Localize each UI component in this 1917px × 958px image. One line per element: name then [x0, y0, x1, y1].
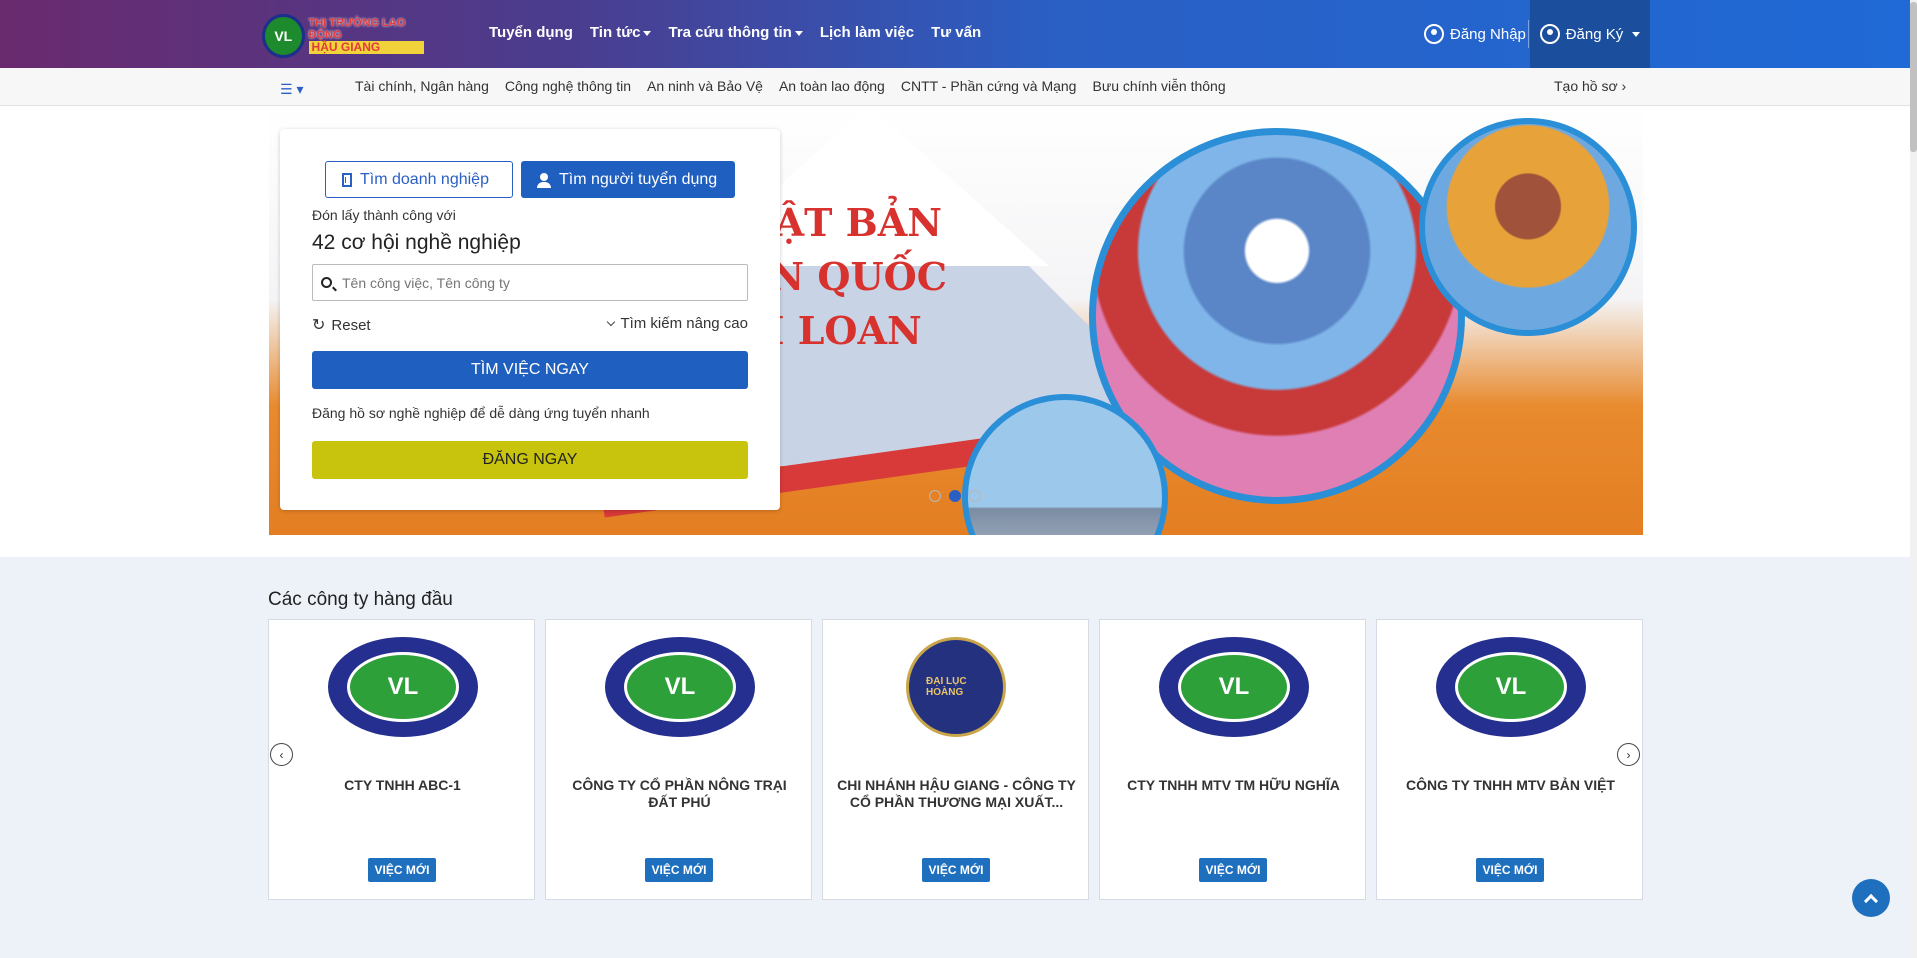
company-name[interactable]: CTY TNHH ABC-1	[283, 777, 522, 794]
company-logo: VL	[605, 637, 755, 737]
search-input[interactable]	[342, 274, 742, 291]
company-name[interactable]: CTY TNHH MTV TM HỮU NGHĨA	[1114, 777, 1353, 794]
chevron-right-icon: ›	[1621, 78, 1627, 94]
company-logo: VL	[1436, 637, 1586, 737]
user-circle-icon	[1539, 24, 1560, 44]
chevron-down-icon	[1632, 31, 1641, 37]
company-card[interactable]: VL CTY TNHH MTV TM HỮU NGHĨA VIỆC MỚI	[1099, 619, 1366, 900]
category-item[interactable]: An toàn lao động	[779, 78, 885, 94]
top-navbar: VL THỊ TRƯỜNG LAO ĐỘNG HẬU GIANG Tuyển d…	[0, 0, 1917, 68]
create-cv-link[interactable]: Tạo hồ sơ ›	[1554, 78, 1626, 94]
search-icon	[321, 277, 332, 288]
carousel-dot-active[interactable]	[949, 490, 961, 502]
cv-note: Đăng hồ sơ nghề nghiệp để dễ dàng ứng tu…	[312, 405, 650, 421]
nav-lich-lam-viec[interactable]: Lịch làm việc	[820, 24, 914, 41]
category-item[interactable]: Công nghệ thông tin	[505, 78, 631, 94]
logo-emblem: VL	[262, 14, 305, 58]
company-card[interactable]: VL CÔNG TY TNHH MTV BẢN VIỆT VIỆC MỚI	[1376, 619, 1643, 900]
chevron-down-icon	[794, 30, 803, 36]
company-card[interactable]: VL CÔNG TY CỔ PHẦN NÔNG TRẠI ĐẤT PHÚ VIỆ…	[545, 619, 812, 900]
company-logo: ĐẠI LỤC HOÀNG	[906, 637, 1006, 737]
scroll-to-top-button[interactable]	[1852, 879, 1890, 917]
reset-button[interactable]: ↻ Reset	[312, 315, 371, 335]
logo-line2: HẬU GIANG	[308, 41, 424, 54]
register-dropdown[interactable]: Đăng Ký	[1530, 0, 1650, 68]
site-logo[interactable]: VL THỊ TRƯỜNG LAO ĐỘNG HẬU GIANG	[262, 14, 424, 58]
nav-tuyen-dung[interactable]: Tuyển dụng	[489, 24, 573, 41]
logo-line1: THỊ TRƯỜNG LAO ĐỘNG	[308, 17, 406, 41]
tab-find-company[interactable]: Tìm doanh nghiệp	[325, 161, 513, 198]
company-card[interactable]: ĐẠI LỤC HOÀNG CHI NHÁNH HẬU GIANG - CÔNG…	[822, 619, 1089, 900]
carousel-dot[interactable]	[929, 490, 941, 502]
chevron-left-icon: ‹	[279, 747, 284, 762]
chevron-down-icon	[607, 317, 616, 327]
company-card[interactable]: VL CTY TNHH ABC-1 VIỆC MỚI	[268, 619, 535, 900]
login-link[interactable]: Đăng Nhập	[1424, 24, 1526, 44]
banner-photo-korea	[1419, 118, 1637, 336]
chevron-up-icon	[1863, 893, 1879, 908]
nav-tin-tuc[interactable]: Tin tức	[590, 24, 652, 41]
company-name[interactable]: CHI NHÁNH HẬU GIANG - CÔNG TY CỔ PHẦN TH…	[837, 777, 1076, 811]
new-jobs-badge[interactable]: VIỆC MỚI	[1199, 858, 1267, 882]
chevron-down-icon	[643, 30, 652, 36]
category-item[interactable]: Bưu chính viễn thông	[1092, 78, 1225, 94]
chevron-right-icon: ›	[1626, 747, 1631, 762]
scrollbar-thumb[interactable]	[1910, 2, 1917, 152]
new-jobs-badge[interactable]: VIỆC MỚI	[1476, 858, 1544, 882]
category-list: Tài chính, Ngân hàng Công nghệ thông tin…	[355, 78, 1226, 94]
tab-find-recruiter[interactable]: Tìm người tuyển dụng	[521, 161, 735, 198]
new-jobs-badge[interactable]: VIỆC MỚI	[645, 858, 713, 882]
nav-tu-van[interactable]: Tư vấn	[931, 24, 981, 41]
category-item[interactable]: An ninh và Bảo Vệ	[647, 78, 763, 94]
top-companies-section: Các công ty hàng đầu VL CTY TNHH ABC-1 V…	[0, 557, 1917, 958]
nav-tra-cuu[interactable]: Tra cứu thông tin	[668, 24, 803, 41]
nav-divider	[1528, 20, 1529, 48]
search-intro: Đón lấy thành công với	[312, 207, 456, 223]
carousel-dots	[929, 490, 981, 502]
job-count-headline: 42 cơ hội nghề nghiệp	[312, 231, 521, 254]
carousel-dot[interactable]	[969, 490, 981, 502]
carousel-prev-button[interactable]: ‹	[270, 743, 293, 766]
company-logo: VL	[328, 637, 478, 737]
category-item[interactable]: Tài chính, Ngân hàng	[355, 78, 489, 94]
job-search-card: Tìm doanh nghiệp Tìm người tuyển dụng Đó…	[280, 129, 780, 510]
new-jobs-badge[interactable]: VIỆC MỚI	[368, 858, 436, 882]
list-menu-icon[interactable]: ☰ ▾	[280, 81, 303, 98]
building-icon	[342, 172, 352, 187]
company-name[interactable]: CÔNG TY CỔ PHẦN NÔNG TRẠI ĐẤT PHÚ	[560, 777, 799, 811]
category-item[interactable]: CNTT - Phần cứng và Mạng	[901, 78, 1077, 94]
register-now-button[interactable]: ĐĂNG NGAY	[312, 441, 748, 479]
find-job-button[interactable]: TÌM VIỆC NGAY	[312, 351, 748, 389]
person-icon	[537, 172, 551, 188]
search-tabs: Tìm doanh nghiệp Tìm người tuyển dụng	[325, 161, 735, 198]
advanced-search-toggle[interactable]: Tìm kiếm nâng cao	[607, 315, 748, 332]
carousel-next-button[interactable]: ›	[1617, 743, 1640, 766]
new-jobs-badge[interactable]: VIỆC MỚI	[922, 858, 990, 882]
main-nav: Tuyển dụng Tin tức Tra cứu thông tin Lịc…	[489, 24, 981, 41]
user-icon	[1424, 24, 1444, 44]
company-name[interactable]: CÔNG TY TNHH MTV BẢN VIỆT	[1391, 777, 1630, 794]
refresh-icon: ↻	[312, 317, 326, 334]
category-bar: ☰ ▾ Tài chính, Ngân hàng Công nghệ thông…	[0, 68, 1917, 106]
section-title: Các công ty hàng đầu	[268, 589, 453, 610]
company-logo: VL	[1159, 637, 1309, 737]
search-field	[312, 264, 748, 301]
